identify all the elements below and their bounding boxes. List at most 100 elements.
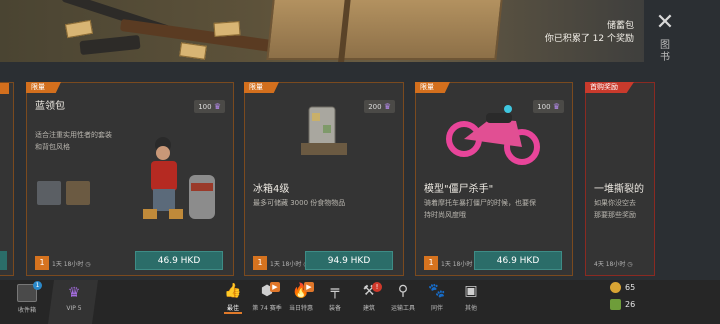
gun-icon: ╤ bbox=[330, 283, 340, 299]
savings-banner[interactable]: 储蓄包 你已积累了 12 个奖励 bbox=[0, 0, 644, 62]
buy-button[interactable]: 46.9 HKD bbox=[474, 251, 562, 270]
tab-label: 其他 bbox=[464, 305, 477, 312]
shop-screen: 储蓄包 你已积累了 12 个奖励 ✕ 图书 限量 蓝领包 100 ♛ 适合注重实… bbox=[0, 0, 720, 324]
timer: 1天 18小时 ◷ bbox=[270, 259, 309, 268]
card-title: 蓝领包 bbox=[35, 101, 65, 112]
pistol-image bbox=[79, 34, 141, 56]
timer: 4天 18小时 ◷ bbox=[594, 259, 633, 268]
crown-icon: ♛ bbox=[67, 285, 81, 301]
vip-button[interactable]: ♛ VIP 5 bbox=[56, 284, 92, 312]
close-button[interactable]: ✕ bbox=[654, 10, 676, 35]
banner-text: 储蓄包 你已积累了 12 个奖励 bbox=[545, 20, 634, 46]
timer-text: 4天 18小时 bbox=[594, 261, 626, 268]
tab-other[interactable]: ▣ 其他 bbox=[454, 282, 488, 312]
points-badge: 200 ♛ bbox=[364, 100, 395, 113]
card-title: 模型"僵尸杀手" bbox=[424, 184, 494, 195]
desc-line: 适合注重实用性者的套装 bbox=[35, 131, 112, 139]
desc-line: 骑着摩托车暴打僵尸的时候，也要保 bbox=[424, 199, 536, 207]
tab-best[interactable]: 👍 最佳 bbox=[216, 282, 250, 314]
mailbox-button[interactable]: 1 收件箱 bbox=[14, 281, 42, 314]
crown-icon: ♛ bbox=[213, 102, 221, 111]
quantity-badge: 1 bbox=[253, 256, 267, 270]
cash-icon bbox=[610, 299, 621, 310]
timer-text: 1天 18小时 bbox=[441, 261, 473, 268]
timer-text: 1天 18小时 bbox=[270, 261, 302, 268]
bottom-bar: 1 收件箱 ♛ VIP 5 👍 最佳 ⬢ ▶ 第 74 赛季 🔥 ▶ 当日特惠 … bbox=[0, 280, 720, 324]
crate-image bbox=[266, 0, 504, 60]
currency-cash[interactable]: 26 bbox=[610, 299, 635, 310]
timer: 1天 18小时 ◷ bbox=[52, 259, 91, 268]
offer-card-fridge[interactable]: 限量 200 ♛ 冰箱4级 最多可储藏 3000 份食物物品 1 1天 18小时… bbox=[244, 82, 404, 276]
price-button[interactable] bbox=[0, 251, 7, 270]
desc-line: 和背包风格 bbox=[35, 143, 70, 151]
thumb-icon: 👍 bbox=[224, 283, 242, 299]
tab-label: 建筑 bbox=[362, 305, 375, 312]
offer-card-bluecollar[interactable]: 限量 蓝领包 100 ♛ 适合注重实用性者的套装 和背包风格 1 1天 18小时… bbox=[26, 82, 234, 276]
tab-label: 运输工具 bbox=[390, 305, 415, 312]
play-badge: ▶ bbox=[304, 282, 314, 292]
motorbike-image bbox=[446, 105, 540, 165]
cash-value: 26 bbox=[625, 300, 636, 309]
card-desc: 骑着摩托车暴打僵尸的时候，也要保 持时尚风度哦 bbox=[424, 197, 536, 221]
notification-badge: 1 bbox=[33, 281, 42, 290]
card-desc: 适合注重实用性者的套装 和背包风格 bbox=[35, 129, 112, 153]
banner-title: 储蓄包 bbox=[606, 21, 634, 31]
quantity-badge: 1 bbox=[35, 256, 49, 270]
timer-text: 1天 18小时 bbox=[52, 261, 84, 268]
tab-companion[interactable]: 🐾 同伴 bbox=[420, 282, 454, 312]
desc-line: 如果你没空去 bbox=[594, 199, 636, 207]
points-value: 100 bbox=[198, 103, 212, 111]
price-tag-image bbox=[179, 42, 207, 60]
active-indicator bbox=[224, 312, 242, 314]
buy-button[interactable]: 46.9 HKD bbox=[135, 251, 223, 270]
card-tag bbox=[0, 83, 9, 94]
buy-button[interactable]: 94.9 HKD bbox=[305, 251, 393, 270]
tab-label: 最佳 bbox=[226, 305, 239, 312]
points-value: 200 bbox=[368, 103, 382, 111]
fridge-image bbox=[301, 106, 347, 155]
tab-vehicles[interactable]: ⚲ 运输工具 bbox=[386, 282, 420, 312]
price-tag-image bbox=[64, 19, 94, 39]
clock-icon: ◷ bbox=[627, 261, 633, 268]
price-tag-image bbox=[213, 21, 241, 37]
motorbike-icon: ⚲ bbox=[397, 283, 409, 299]
currency-coins[interactable]: 65 bbox=[610, 282, 635, 293]
card-tag: 首购奖励 bbox=[585, 82, 634, 93]
banner-subtitle: 你已积累了 12 个奖励 bbox=[544, 34, 634, 44]
vip-label: VIP 5 bbox=[66, 305, 82, 312]
tab-season[interactable]: ⬢ ▶ 第 74 赛季 bbox=[250, 282, 284, 312]
side-label: 图书 bbox=[660, 40, 670, 63]
desc-line: 持时尚风度哦 bbox=[424, 211, 466, 219]
card-desc: 如果你没空去 那要那些奖励 bbox=[594, 197, 636, 221]
close-icon: ✕ bbox=[655, 10, 675, 35]
card-title: 冰箱4级 bbox=[253, 184, 290, 195]
previous-card-stub[interactable] bbox=[0, 82, 14, 276]
crown-icon: ♛ bbox=[383, 102, 391, 111]
survivor-image bbox=[143, 137, 215, 219]
points-badge: 100 ♛ bbox=[194, 100, 225, 113]
play-badge: ▶ bbox=[270, 282, 280, 292]
dog-icon: 🐾 bbox=[428, 283, 446, 299]
clock-icon: ◷ bbox=[85, 261, 91, 268]
quantity-badge: 1 bbox=[424, 256, 438, 270]
coin-icon bbox=[610, 282, 621, 293]
card-desc: 最多可储藏 3000 份食物物品 bbox=[253, 197, 345, 209]
bundle-items bbox=[37, 181, 95, 209]
tab-label: 装备 bbox=[328, 305, 341, 312]
tab-daily-deal[interactable]: 🔥 ▶ 当日特惠 bbox=[284, 282, 318, 312]
tab-equipment[interactable]: ╤ 装备 bbox=[318, 282, 352, 312]
gift-icon: ▣ bbox=[464, 283, 478, 299]
offers-strip[interactable]: 限量 蓝领包 100 ♛ 适合注重实用性者的套装 和背包风格 1 1天 18小时… bbox=[0, 82, 655, 278]
desc-line: 那要那些奖励 bbox=[594, 211, 636, 219]
card-tag: 限量 bbox=[415, 82, 450, 93]
tab-label: 当日特惠 bbox=[288, 305, 313, 312]
offer-card-torn-pile[interactable]: 首购奖励 一堆撕裂的 如果你没空去 那要那些奖励 4天 18小时 ◷ bbox=[585, 82, 655, 276]
item-icon bbox=[37, 181, 61, 205]
card-tag: 限量 bbox=[244, 82, 279, 93]
tab-building[interactable]: ⚒ ! 建筑 bbox=[352, 282, 386, 312]
tab-label: 第 74 赛季 bbox=[252, 305, 282, 312]
card-title: 一堆撕裂的 bbox=[594, 184, 644, 195]
alert-badge: ! bbox=[372, 282, 382, 292]
mailbox-label: 收件箱 bbox=[17, 307, 36, 314]
offer-card-zombie-killer[interactable]: 限量 100 ♛ 模型"僵尸杀手" 骑着摩托车暴打僵尸的时候，也要保 持时尚风度… bbox=[415, 82, 573, 276]
